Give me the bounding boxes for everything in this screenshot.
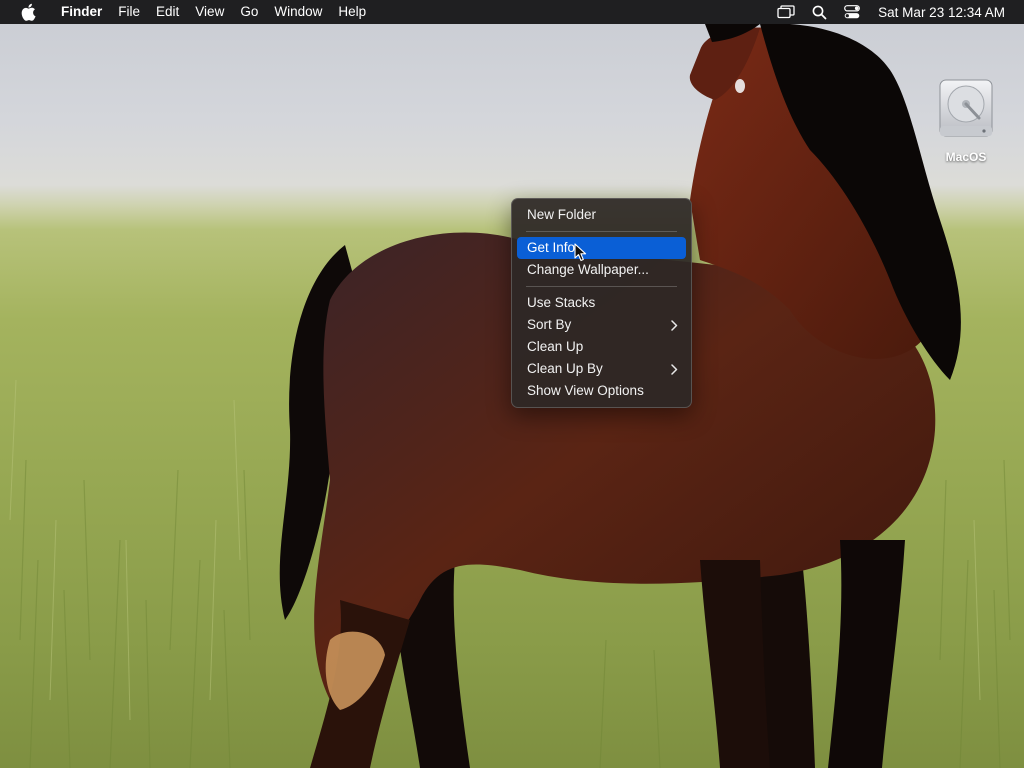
menu-separator — [526, 231, 677, 232]
menu-separator — [526, 286, 677, 287]
menu-file[interactable]: File — [110, 0, 148, 24]
menu-help[interactable]: Help — [330, 0, 374, 24]
screen-mirroring-icon[interactable] — [775, 0, 797, 24]
menu-bar-extras: Sat Mar 23 12:34 AM — [764, 0, 1024, 24]
control-center-icon[interactable] — [841, 0, 863, 24]
menu-item-clean-up[interactable]: Clean Up — [517, 336, 686, 358]
menu-item-use-stacks[interactable]: Use Stacks — [517, 292, 686, 314]
desktop-icon-label: MacOS — [945, 150, 987, 164]
menu-go[interactable]: Go — [232, 0, 266, 24]
menu-view[interactable]: View — [187, 0, 232, 24]
menu-edit[interactable]: Edit — [148, 0, 187, 24]
menu-bar: Finder File Edit View Go Window Help Sat… — [0, 0, 1024, 24]
spotlight-search-icon[interactable] — [808, 0, 830, 24]
chevron-right-icon — [671, 314, 678, 336]
menu-bar-clock[interactable]: Sat Mar 23 12:34 AM — [878, 5, 1005, 20]
menu-item-clean-up-by[interactable]: Clean Up By — [517, 358, 686, 380]
mouse-pointer-icon — [574, 243, 587, 262]
desktop-icon-macos[interactable]: MacOS — [930, 78, 1002, 164]
desktop-context-menu: New Folder Get Info Change Wallpaper... … — [511, 198, 692, 408]
menu-item-label: Clean Up By — [527, 361, 603, 376]
menu-item-sort-by[interactable]: Sort By — [517, 314, 686, 336]
menu-item-change-wallpaper[interactable]: Change Wallpaper... — [517, 259, 686, 281]
chevron-right-icon — [671, 358, 678, 380]
menu-item-label: Sort By — [527, 317, 572, 332]
menu-finder[interactable]: Finder — [53, 0, 110, 24]
apple-logo-icon[interactable] — [17, 3, 39, 21]
menu-item-show-view-options[interactable]: Show View Options — [517, 380, 686, 402]
hard-disk-icon[interactable] — [937, 78, 995, 140]
menu-item-new-folder[interactable]: New Folder — [517, 204, 686, 226]
menu-item-get-info[interactable]: Get Info — [517, 237, 686, 259]
menu-window[interactable]: Window — [266, 0, 330, 24]
